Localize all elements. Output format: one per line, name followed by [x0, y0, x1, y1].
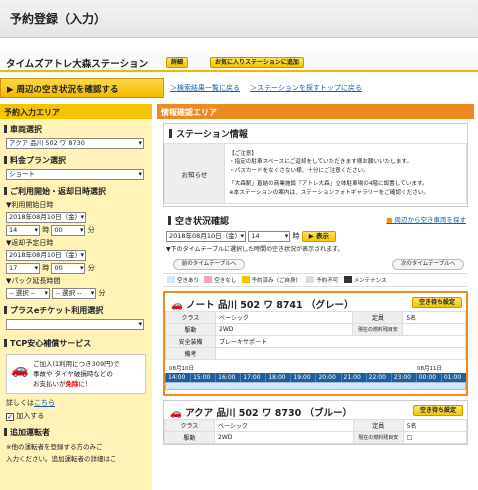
- legend: 空きあり 空きなし 予約済み（ご自身） 予約不可 メンテナンス: [163, 273, 468, 287]
- hour-unit-label: 時: [42, 226, 50, 234]
- timetable-hours: 14:00 15:00 16:00 17:00 18:00 19:00 20:00 21:0…: [165, 373, 466, 382]
- return-hour-select[interactable]: 17: [6, 263, 40, 274]
- tcp-details-link[interactable]: こちら: [34, 399, 55, 407]
- additional-driver-section-title: 追加運転者: [0, 425, 152, 440]
- back-to-station-search-top-link[interactable]: ＞ステーションを探すトップに戻る: [250, 83, 362, 93]
- ticket-select[interactable]: [6, 319, 144, 330]
- info-area-header: 情報確認エリア: [157, 104, 474, 119]
- reservation-input-area: 予約入力エリア 車両選択 アクア 品川 502 ワ 8730 料金プラン選択 シ…: [0, 104, 152, 490]
- tcp-notice: 🚗 ご加入(1利用につき309円)で 事故や タイヤ破損時などの お支払いが免除…: [6, 354, 146, 394]
- availability-hour-select[interactable]: 14: [248, 231, 291, 242]
- legend-item: 空きなし: [204, 276, 236, 284]
- add-favorite-button[interactable]: お気に入りステーションに追加: [210, 57, 304, 68]
- prev-timetable-button[interactable]: 前のタイムテーブルへ: [173, 259, 245, 270]
- car-icon: 🚗: [11, 362, 29, 378]
- return-minute-select[interactable]: 00: [51, 263, 86, 274]
- availability-title: 空き状況確認 ■ 周辺から空き車両を探す: [163, 211, 468, 230]
- station-info-title: ステーション情報: [164, 124, 467, 143]
- return-datetime-label: ▼返却予定日時: [6, 239, 54, 247]
- driver-note-2: 入力ください。追加運転者の詳細はこ: [6, 455, 117, 463]
- return-date-select[interactable]: 2018年08月10日（金）: [6, 250, 86, 261]
- legend-item: メンテナンス: [343, 276, 386, 284]
- legend-item: 予約不可: [306, 276, 338, 284]
- arrow-right-icon: ▶: [7, 85, 17, 95]
- nav-row: ▶ 周辺の空き状況を確認する ＞検索結果一覧に戻る ＞ステーションを探すトップに…: [0, 78, 478, 98]
- tcp-join-label: 加入する: [16, 412, 45, 420]
- start-hour-select[interactable]: 14: [6, 225, 40, 236]
- information-check-area: 情報確認エリア ステーション情報 お知らせ 【ご注意】 ・指定の駐車スペースにご…: [157, 104, 474, 490]
- vehicle-title: 🚗 ノート 品川 502 ワ 8741 （グレー） 空き待ち設定: [165, 293, 466, 311]
- ticket-section-title: プラスeチケット利用選択: [0, 303, 152, 318]
- station-info-box: ステーション情報 お知らせ 【ご注意】 ・指定の駐車スペースにご返却をしていただ…: [163, 123, 468, 207]
- station-details-button[interactable]: 詳細: [166, 57, 189, 68]
- notice-label: お知らせ: [164, 143, 225, 204]
- check-surrounding-availability-button[interactable]: ▶ 周辺の空き状況を確認する: [0, 78, 164, 98]
- notice-content: 【ご注意】 ・指定の駐車スペースにご返却をしていただきます様お願いいたします。 …: [224, 143, 467, 204]
- minute-unit-label: 分: [87, 226, 95, 234]
- timetable-date-2: 08月11日: [417, 366, 442, 372]
- timetable-availability-bar[interactable]: [165, 382, 466, 390]
- display-button[interactable]: ▶ 表示: [301, 231, 336, 242]
- wait-list-button[interactable]: 空き待ち設定: [411, 297, 462, 308]
- vehicle-title: 🚗 アクア 品川 502 ワ 8730 （ブルー） 空き待ち設定: [164, 401, 467, 419]
- page-header: 予約登録（入力）: [0, 0, 478, 38]
- datetime-section-title: ご利用開始・返却日時選択: [0, 184, 152, 199]
- vehicle-card: 🚗 アクア 品川 502 ワ 8730 （ブルー） 空き待ち設定 クラス ベーシ…: [163, 400, 468, 445]
- legend-item: 空きあり: [167, 276, 199, 284]
- back-to-search-results-link[interactable]: ＞検索結果一覧に戻る: [170, 83, 240, 93]
- plan-select[interactable]: ショート: [6, 169, 144, 180]
- vehicle-section-title: 車両選択: [0, 122, 152, 137]
- input-area-header: 予約入力エリア: [0, 104, 152, 119]
- page-title: 予約登録（入力）: [10, 12, 107, 26]
- start-minute-select[interactable]: 00: [51, 225, 86, 236]
- timetable-date-1: 08月10日: [169, 366, 194, 372]
- availability-hour-unit: 時: [292, 232, 300, 240]
- driver-note-1: ※他の運転者を登録する方のみご: [6, 443, 103, 451]
- car-icon: 🚗: [171, 300, 183, 311]
- vehicle-select[interactable]: アクア 品川 502 ワ 8730: [6, 138, 144, 149]
- station-name: タイムズアトレ大森ステーション: [6, 59, 149, 70]
- start-datetime-label: ▼利用開始日時: [6, 201, 54, 209]
- availability-box: 空き状況確認 ■ 周辺から空き車両を探す 2018年08月10日（金） 14 時…: [163, 211, 468, 287]
- pack-extension-label: ▼パック延長時間: [6, 277, 61, 285]
- search-nearby-link[interactable]: ■ 周辺から空き車両を探す: [386, 214, 466, 224]
- pack-extension-select-1[interactable]: -- 選択 --: [6, 288, 50, 299]
- legend-item: 予約済み（ご自身）: [241, 276, 301, 284]
- plan-section-title: 料金プラン選択: [0, 153, 152, 168]
- pack-extension-select-2[interactable]: -- 選択 --: [52, 288, 97, 299]
- vehicle-card: 🚗 ノート 品川 502 ワ 8741 （グレー） 空き待ち設定 クラス ベーシ…: [163, 291, 468, 396]
- hour-unit-label: 時: [42, 264, 50, 272]
- availability-note: ▼下のタイムテーブルに選択した時間の空き状況が表示されます。: [166, 246, 344, 253]
- check-btn-label: 周辺の空き状況を確認する: [16, 85, 119, 95]
- station-bar: タイムズアトレ大森ステーション 詳細 お気に入りステーションに追加: [0, 52, 478, 72]
- car-icon: 🚗: [170, 408, 182, 419]
- tcp-join-checkbox[interactable]: ✓: [6, 413, 14, 421]
- next-timetable-button[interactable]: 次のタイムテーブルへ: [392, 259, 464, 270]
- car-search-icon: ■: [386, 216, 393, 224]
- minute-unit-label: 分: [87, 264, 95, 272]
- start-date-select[interactable]: 2018年08月10日（金）: [6, 212, 86, 223]
- pack-unit-label: 分: [98, 289, 106, 297]
- availability-date-select[interactable]: 2018年08月10日（金）: [166, 231, 246, 242]
- wait-list-button[interactable]: 空き待ち設定: [412, 405, 463, 416]
- tcp-section-title: TCP安心補償サービス: [0, 336, 152, 351]
